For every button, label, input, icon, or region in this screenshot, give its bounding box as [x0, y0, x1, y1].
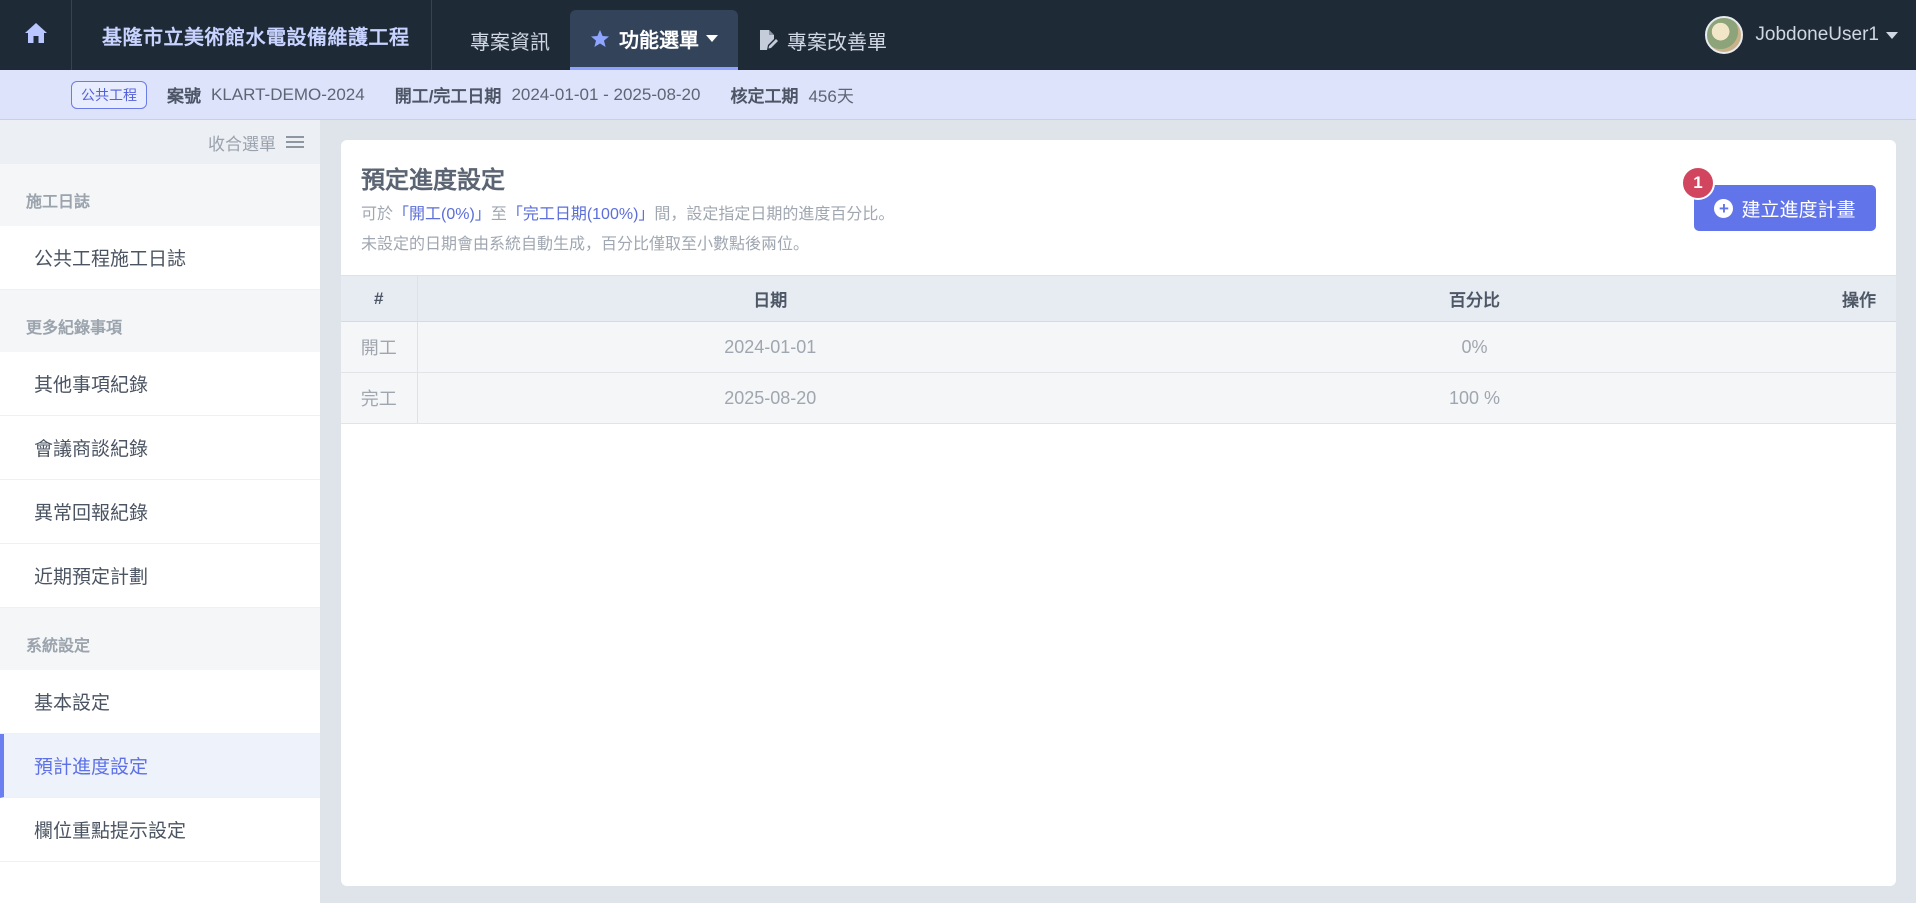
sidebar-item-other-records[interactable]: 其他事項紀錄	[0, 352, 320, 416]
section-header-more-records: 更多紀錄事項	[0, 290, 320, 352]
description-line-1: 可於「開工(0%)」至「完工日期(100%)」間，設定指定日期的進度百分比。	[361, 200, 894, 224]
progress-settings-card: 預定進度設定 可於「開工(0%)」至「完工日期(100%)」間，設定指定日期的進…	[341, 140, 1896, 886]
sidebar-item-basic-settings[interactable]: 基本設定	[0, 670, 320, 734]
page-title: 預定進度設定	[361, 167, 505, 194]
user-name: JobdoneUser1	[1755, 24, 1879, 45]
nav-tabs: 專案資訊 功能選單 專案改善單	[432, 0, 907, 70]
row-percent: 0%	[1123, 321, 1826, 373]
create-progress-plan-label: 建立進度計畫	[1741, 199, 1856, 221]
star-icon	[590, 29, 610, 49]
collapse-menu-button[interactable]: 收合選單	[0, 120, 320, 164]
desc1-start-highlight: 「開工(0%)」	[393, 206, 491, 223]
desc1-suffix: 間，設定指定日期的進度百分比。	[654, 206, 895, 223]
case-number-label: 案號	[167, 87, 201, 106]
project-type-badge: 公共工程	[71, 80, 147, 109]
create-progress-plan-button[interactable]: + 建立進度計畫	[1694, 185, 1876, 231]
tab-function-menu-label: 功能選單	[619, 30, 699, 52]
desc1-mid: 至	[490, 206, 507, 223]
tab-project-info-label: 專案資訊	[470, 31, 550, 54]
sidebar-item-field-hint-settings[interactable]: 欄位重點提示設定	[0, 798, 320, 862]
tab-project-info[interactable]: 專案資訊	[450, 10, 570, 70]
row-actions	[1826, 321, 1896, 373]
tab-improvement-form-label: 專案改善單	[787, 31, 887, 54]
table-row: 完工 2025-08-20 100 %	[341, 372, 1896, 424]
column-header-actions: 操作	[1826, 275, 1896, 322]
sidebar: 收合選單 施工日誌 公共工程施工日誌 更多紀錄事項 其他事項紀錄 會議商談紀錄 …	[0, 120, 320, 903]
row-date: 2025-08-20	[417, 372, 1123, 424]
sidebar-item-public-works-log[interactable]: 公共工程施工日誌	[0, 226, 320, 290]
plus-circle-icon: +	[1714, 198, 1734, 218]
row-index: 完工	[341, 372, 418, 424]
row-index: 開工	[341, 321, 418, 373]
user-menu[interactable]: JobdoneUser1	[1705, 0, 1898, 70]
tab-function-menu[interactable]: 功能選單	[570, 10, 738, 70]
row-percent: 100 %	[1123, 372, 1826, 424]
date-range-value: 2024-01-01 - 2025-08-20	[511, 84, 701, 104]
table-header-row: # 日期 百分比 操作	[341, 275, 1896, 322]
section-header-system-settings: 系統設定	[0, 608, 320, 670]
notification-badge: 1	[1681, 166, 1715, 200]
section-header-construction-log: 施工日誌	[0, 164, 320, 226]
date-range-label: 開工/完工日期	[394, 87, 502, 106]
column-header-date: 日期	[417, 275, 1123, 322]
home-button[interactable]	[0, 0, 72, 70]
home-icon	[24, 22, 48, 49]
table-row: 開工 2024-01-01 0%	[341, 321, 1896, 373]
case-number-value: KLART-DEMO-2024	[211, 84, 365, 104]
chevron-down-icon	[706, 35, 718, 42]
project-title[interactable]: 基隆市立美術館水電設備維護工程	[72, 0, 432, 70]
edit-document-icon	[758, 29, 778, 51]
column-header-index: #	[341, 275, 418, 322]
avatar	[1705, 16, 1744, 54]
desc1-prefix: 可於	[361, 206, 394, 223]
hamburger-icon	[286, 136, 304, 148]
chevron-down-icon	[1886, 31, 1898, 39]
duration-label: 核定工期	[730, 87, 799, 106]
tab-improvement-form[interactable]: 專案改善單	[738, 10, 907, 70]
top-navbar: 基隆市立美術館水電設備維護工程 專案資訊 功能選單 專案改善單 JobdoneU…	[0, 0, 1916, 70]
row-date: 2024-01-01	[417, 321, 1123, 373]
sidebar-item-anomaly-reports[interactable]: 異常回報紀錄	[0, 480, 320, 544]
progress-table: # 日期 百分比 操作 開工 2024-01-01 0% 完工 2025-08-…	[341, 275, 1896, 424]
sidebar-item-meeting-records[interactable]: 會議商談紀錄	[0, 416, 320, 480]
sidebar-item-upcoming-plans[interactable]: 近期預定計劃	[0, 544, 320, 608]
desc1-end-highlight: 「完工日期(100%)」	[506, 206, 655, 223]
duration-value: 456天	[808, 87, 854, 106]
collapse-menu-label: 收合選單	[208, 134, 276, 154]
sidebar-item-progress-settings[interactable]: 預計進度設定	[0, 734, 320, 798]
description-line-2: 未設定的日期會由系統自動生成，百分比僅取至小數點後兩位。	[361, 236, 810, 253]
row-actions	[1826, 372, 1896, 424]
project-info-bar: 公共工程 案號 KLART-DEMO-2024 開工/完工日期 2024-01-…	[0, 70, 1916, 120]
column-header-percent: 百分比	[1123, 275, 1826, 322]
